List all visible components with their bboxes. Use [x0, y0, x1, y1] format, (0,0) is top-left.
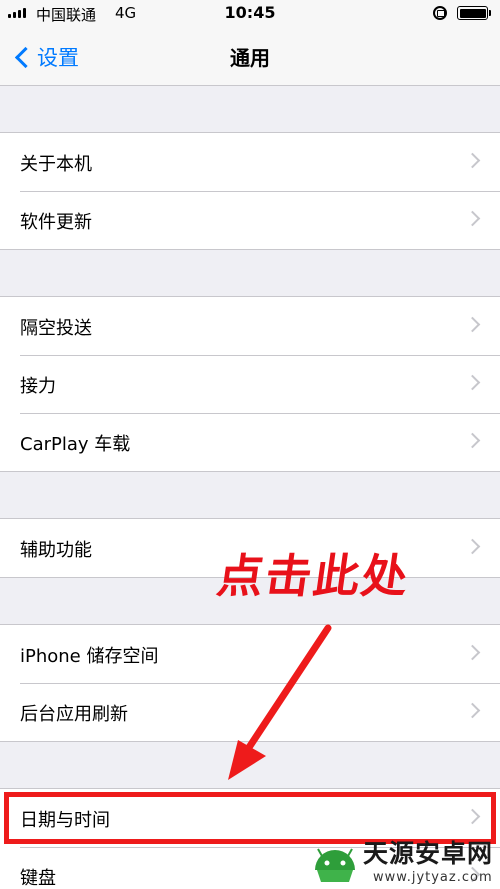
arrow-shaft [242, 624, 332, 756]
annotation-arrow [228, 624, 332, 780]
watermark-url: www.jytyaz.com [373, 870, 493, 885]
android-logo-icon [315, 848, 355, 882]
watermark-name: 天源安卓网 [363, 839, 494, 868]
arrow-head [228, 740, 266, 780]
watermark: 天源安卓网 www.jytyaz.com [305, 826, 500, 889]
